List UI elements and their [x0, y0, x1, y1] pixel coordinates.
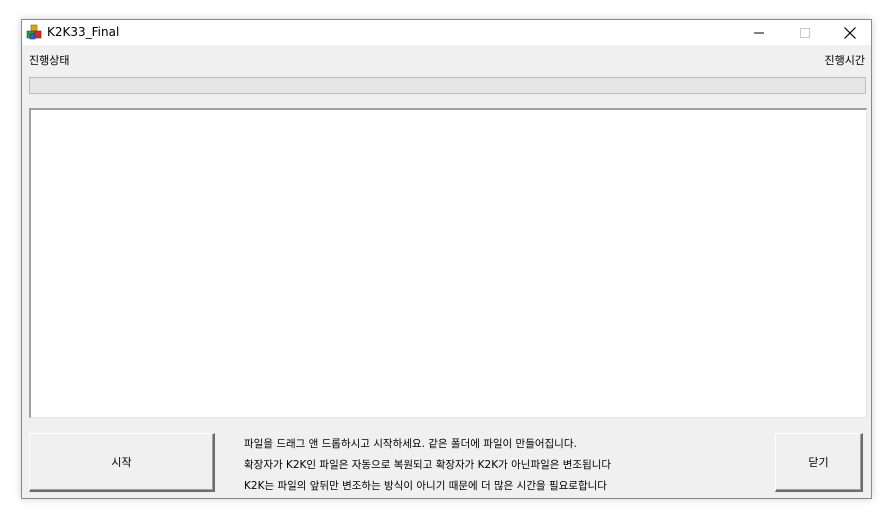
close-button[interactable]: 닫기 [775, 433, 863, 492]
app-blocks-icon [26, 24, 42, 40]
progress-status-label: 진행상태 [29, 54, 70, 67]
maximize-button[interactable] [782, 20, 828, 45]
close-icon [844, 26, 856, 39]
instruction-line: 확장자가 K2K인 파일은 자동으로 복원되고 확장자가 K2K가 아닌파일은 … [244, 459, 612, 471]
progress-bar [29, 77, 866, 94]
elapsed-time-label: 진행시간 [824, 54, 865, 67]
start-button[interactable]: 시작 [29, 433, 215, 492]
instruction-line: 파일을 드래그 앤 드롭하시고 시작하세요. 같은 폴더에 파일이 만들어집니다… [244, 438, 577, 450]
close-window-button[interactable] [827, 20, 873, 45]
title-bar[interactable]: K2K33_Final [22, 20, 871, 45]
maximize-icon [800, 27, 810, 38]
drop-log-area[interactable] [29, 108, 867, 418]
instructions-text: 파일을 드래그 앤 드롭하시고 시작하세요. 같은 폴더에 파일이 만들어집니다… [244, 434, 611, 497]
minimize-icon [754, 32, 764, 33]
minimize-button[interactable] [736, 20, 782, 45]
instruction-line: K2K는 파일의 앞뒤만 변조하는 방식이 아니기 때문에 더 많은 시간을 필… [244, 480, 607, 492]
window-title: K2K33_Final [47, 25, 120, 39]
app-window: K2K33_Final 진행상태 진행시간 시작 파일을 드래그 앤 드롭하시고… [21, 19, 872, 499]
